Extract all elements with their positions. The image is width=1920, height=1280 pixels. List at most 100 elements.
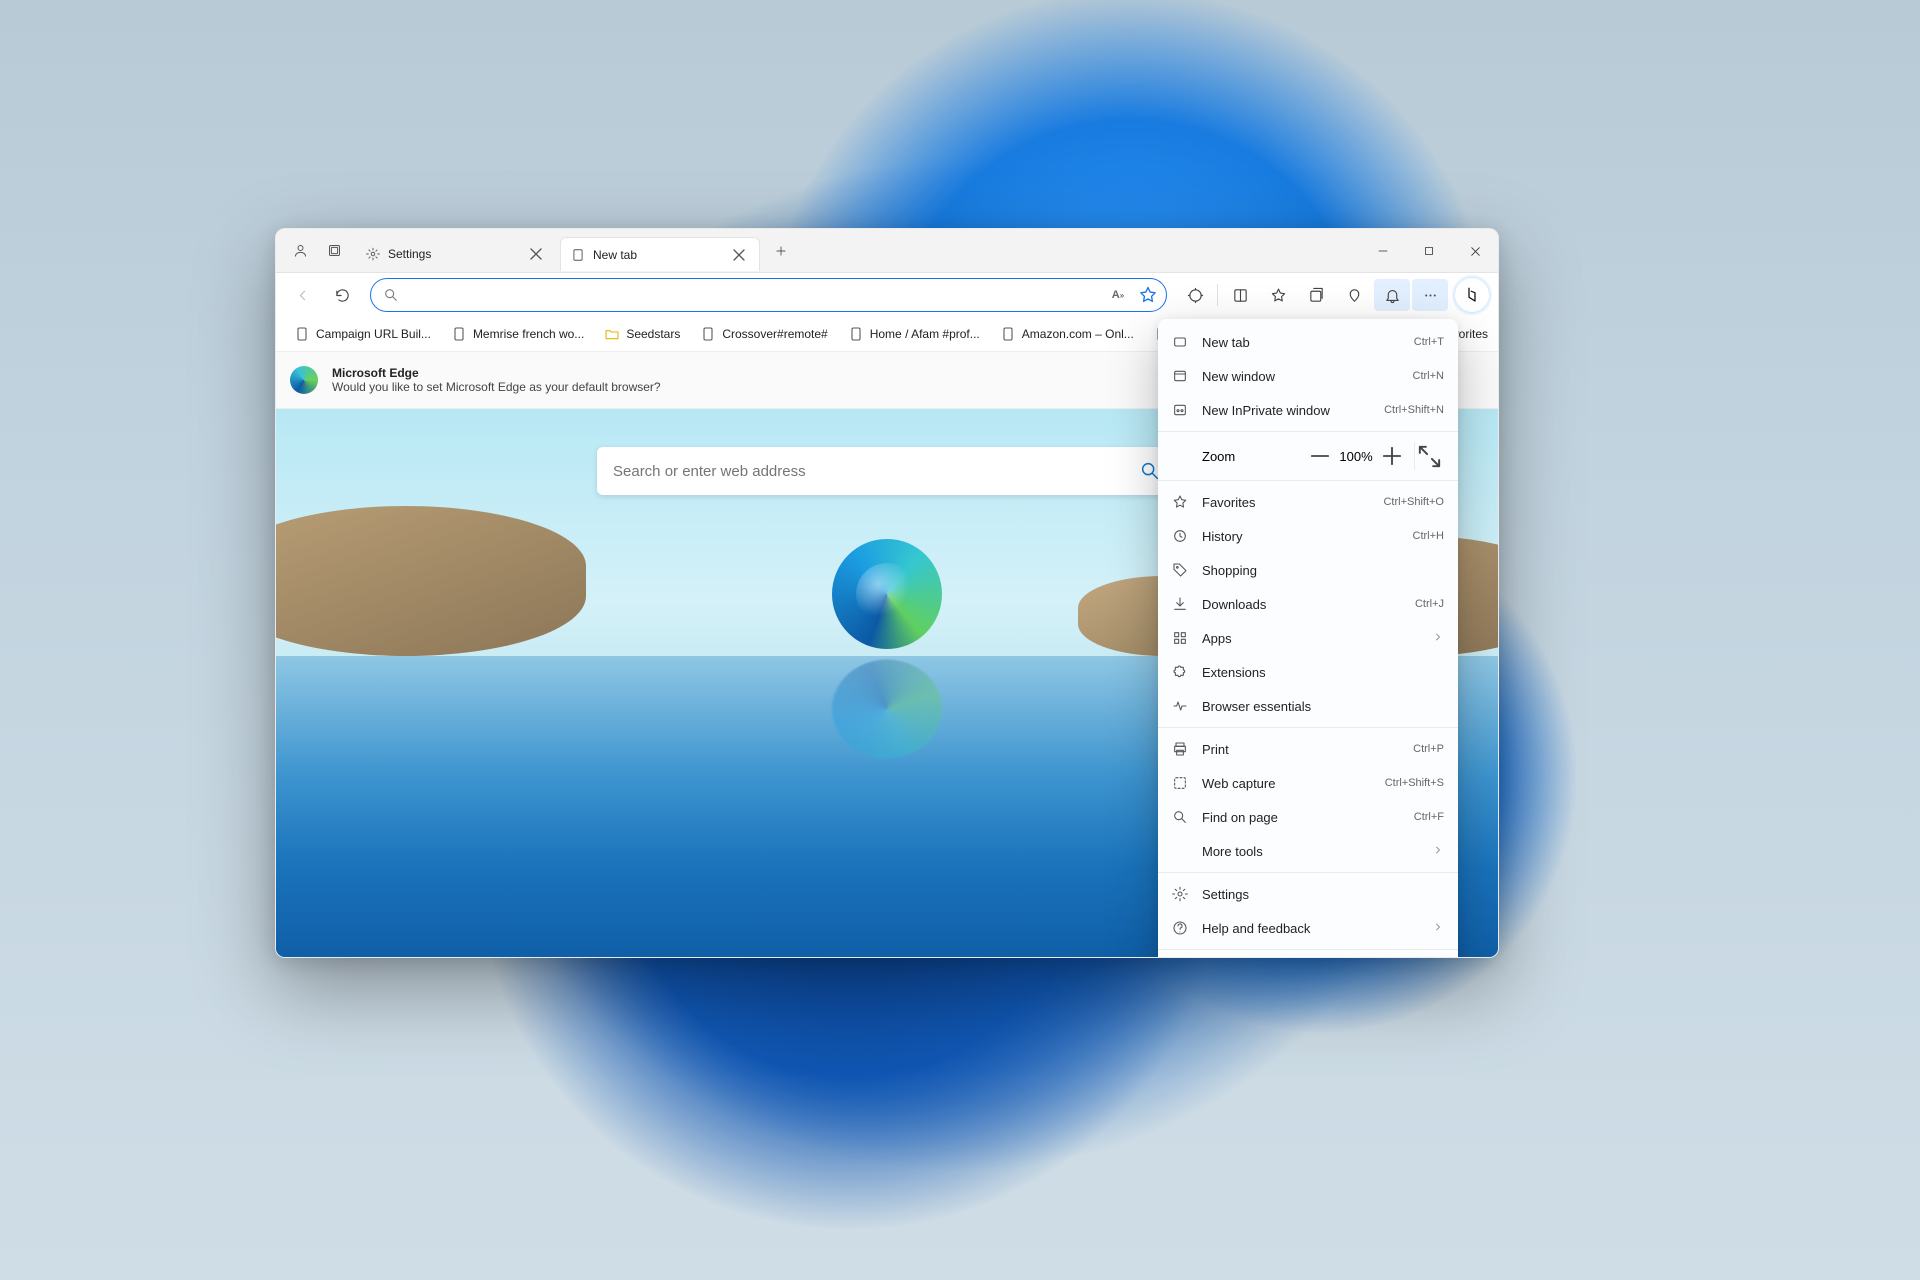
menu-zoom-row: Zoom 100% — [1158, 436, 1458, 476]
window-maximize[interactable] — [1406, 229, 1452, 273]
bing-copilot-button[interactable] — [1454, 277, 1490, 313]
star-icon — [1172, 494, 1188, 510]
read-aloud-icon[interactable]: A» — [1108, 285, 1128, 305]
menu-label: Shopping — [1202, 563, 1257, 578]
menu-downloads[interactable]: DownloadsCtrl+J — [1158, 587, 1458, 621]
new-tab-button[interactable] — [766, 236, 796, 266]
menu-shortcut: Ctrl+Shift+N — [1384, 404, 1444, 416]
menu-shortcut: Ctrl+Shift+O — [1383, 496, 1444, 508]
gear-icon — [366, 247, 380, 261]
bookmark-item[interactable]: Amazon.com – Onl... — [992, 322, 1142, 346]
window-close[interactable] — [1452, 229, 1498, 273]
bookmark-item[interactable]: Home / Afam #prof... — [840, 322, 988, 346]
tab-new-tab[interactable]: New tab — [560, 237, 760, 271]
bookmark-label: Campaign URL Buil... — [316, 327, 431, 341]
gear-icon — [1172, 886, 1188, 902]
menu-settings[interactable]: Settings — [1158, 877, 1458, 911]
refresh-button[interactable] — [324, 279, 360, 311]
split-screen-icon[interactable] — [1222, 279, 1258, 311]
menu-separator — [1158, 727, 1458, 728]
menu-new-window[interactable]: New windowCtrl+N — [1158, 359, 1458, 393]
menu-label: New tab — [1202, 335, 1250, 350]
blank-icon — [1172, 843, 1188, 859]
profile-icon[interactable] — [286, 237, 314, 265]
new-tab-search-input[interactable] — [613, 463, 1139, 480]
capture-icon — [1172, 775, 1188, 791]
edge-logo-large — [832, 539, 942, 649]
menu-help[interactable]: Help and feedback — [1158, 911, 1458, 945]
menu-label: Extensions — [1202, 665, 1266, 680]
menu-web-capture[interactable]: Web captureCtrl+Shift+S — [1158, 766, 1458, 800]
menu-shortcut: Ctrl+Shift+S — [1385, 777, 1444, 789]
menu-shortcut: Ctrl+F — [1414, 811, 1444, 823]
menu-history[interactable]: HistoryCtrl+H — [1158, 519, 1458, 553]
window-icon — [1172, 368, 1188, 384]
tab-settings[interactable]: Settings — [356, 237, 556, 271]
browser-essentials-icon[interactable] — [1336, 279, 1372, 311]
tag-icon — [1172, 562, 1188, 578]
menu-new-tab[interactable]: New tabCtrl+T — [1158, 325, 1458, 359]
help-icon — [1172, 920, 1188, 936]
page-icon — [294, 326, 310, 342]
menu-shortcut: Ctrl+J — [1415, 598, 1444, 610]
chevron-right-icon — [1432, 921, 1444, 936]
menu-shortcut: Ctrl+N — [1413, 370, 1444, 382]
background-hill — [276, 506, 586, 656]
edge-window: Settings New tab A» — [275, 228, 1499, 958]
page-icon — [1000, 326, 1016, 342]
menu-apps[interactable]: Apps — [1158, 621, 1458, 655]
apps-icon — [1172, 630, 1188, 646]
menu-shopping[interactable]: Shopping — [1158, 553, 1458, 587]
bookmark-label: Seedstars — [626, 327, 680, 341]
close-icon[interactable] — [729, 245, 749, 265]
bookmark-item[interactable]: Crossover#remote# — [692, 322, 835, 346]
menu-extensions[interactable]: Extensions — [1158, 655, 1458, 689]
favorite-star-icon[interactable] — [1138, 285, 1158, 305]
fullscreen-button[interactable] — [1414, 442, 1444, 470]
bookmark-label: Memrise french wo... — [473, 327, 584, 341]
inprivate-icon — [1172, 402, 1188, 418]
find-icon — [1172, 809, 1188, 825]
titlebar: Settings New tab — [276, 229, 1498, 273]
bookmark-item[interactable]: Memrise french wo... — [443, 322, 592, 346]
page-icon — [700, 326, 716, 342]
bookmark-item[interactable]: Campaign URL Buil... — [286, 322, 439, 346]
print-icon — [1172, 741, 1188, 757]
menu-inprivate[interactable]: New InPrivate window Ctrl+Shift+N — [1158, 393, 1458, 427]
menu-print[interactable]: PrintCtrl+P — [1158, 732, 1458, 766]
workspaces-icon[interactable] — [320, 237, 348, 265]
menu-label: Settings — [1202, 887, 1249, 902]
favorites-icon[interactable] — [1260, 279, 1296, 311]
menu-label: More tools — [1202, 844, 1263, 859]
new-tab-search-box[interactable] — [597, 447, 1177, 495]
menu-shortcut: Ctrl+P — [1413, 743, 1444, 755]
menu-favorites[interactable]: FavoritesCtrl+Shift+O — [1158, 485, 1458, 519]
chevron-right-icon — [1432, 631, 1444, 646]
address-input[interactable] — [407, 287, 1108, 303]
notification-message: Would you like to set Microsoft Edge as … — [332, 380, 661, 394]
notifications-icon[interactable] — [1374, 279, 1410, 311]
collections-icon[interactable] — [1298, 279, 1334, 311]
back-button[interactable] — [284, 279, 320, 311]
menu-separator — [1158, 480, 1458, 481]
extensions-icon[interactable] — [1177, 279, 1213, 311]
zoom-in-button[interactable] — [1378, 442, 1406, 470]
menu-browser-essentials[interactable]: Browser essentials — [1158, 689, 1458, 723]
menu-label: Help and feedback — [1202, 921, 1310, 936]
close-icon[interactable] — [526, 244, 546, 264]
tab-title: Settings — [388, 247, 518, 261]
zoom-out-button[interactable] — [1306, 442, 1334, 470]
page-icon — [848, 326, 864, 342]
window-minimize[interactable] — [1360, 229, 1406, 273]
address-bar[interactable]: A» — [370, 278, 1167, 312]
more-menu-button[interactable] — [1412, 279, 1448, 311]
bookmark-item[interactable]: Seedstars — [596, 322, 688, 346]
menu-separator — [1158, 431, 1458, 432]
toolbar: A» — [276, 273, 1498, 317]
menu-more-tools[interactable]: More tools — [1158, 834, 1458, 868]
menu-label: Find on page — [1202, 810, 1278, 825]
menu-close-edge[interactable]: Close Microsoft Edge — [1158, 954, 1458, 958]
menu-label: New InPrivate window — [1202, 403, 1330, 418]
menu-shortcut: Ctrl+H — [1413, 530, 1444, 542]
menu-find-on-page[interactable]: Find on page Ctrl+F — [1158, 800, 1458, 834]
